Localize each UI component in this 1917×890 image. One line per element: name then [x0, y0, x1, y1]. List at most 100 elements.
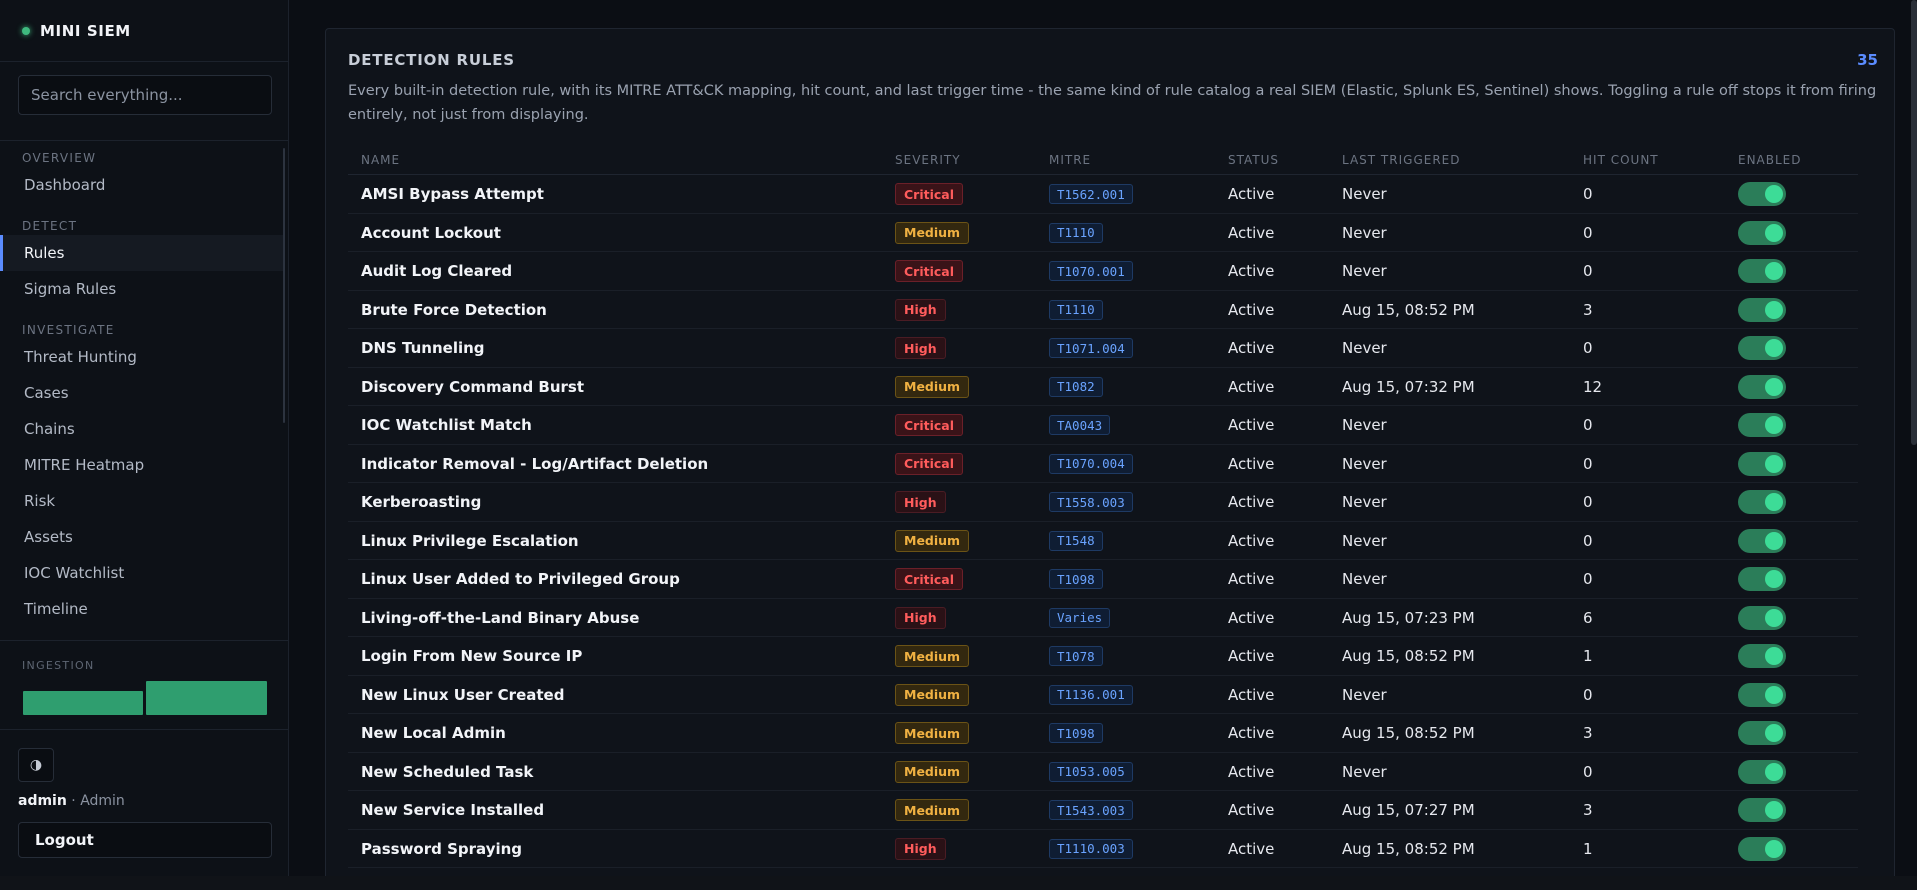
rule-name[interactable]: Login From New Source IP — [361, 647, 582, 665]
enabled-toggle[interactable] — [1738, 259, 1786, 284]
rule-name[interactable]: Account Lockout — [361, 224, 501, 242]
column-header-name[interactable]: NAME — [361, 153, 400, 167]
enabled-toggle[interactable] — [1738, 451, 1786, 476]
table-row[interactable]: Discovery Command Burst Medium T1082 Active… — [348, 368, 1858, 406]
sidebar-item-mitre-heatmap[interactable]: MITRE Heatmap — [0, 447, 283, 483]
table-row[interactable]: Kerberoasting High T1558.003 Active Never 0 — [348, 483, 1858, 522]
page-scrollbar[interactable] — [1911, 0, 1917, 445]
rule-name[interactable]: AMSI Bypass Attempt — [361, 185, 544, 203]
theme-toggle-button[interactable]: ◑ — [18, 748, 54, 782]
mitre-technique-tag[interactable]: Varies — [1049, 607, 1111, 628]
mitre-technique-tag[interactable]: T1543.003 — [1049, 800, 1133, 821]
enabled-toggle[interactable] — [1738, 413, 1786, 438]
rule-name[interactable]: Discovery Command Burst — [361, 378, 584, 396]
rule-name[interactable]: DNS Tunneling — [361, 339, 485, 357]
table-row[interactable]: New Service Installed Medium T1543.003 Acti… — [348, 791, 1858, 830]
table-row[interactable]: AMSI Bypass Attempt Critical T1562.001 Acti… — [348, 175, 1858, 214]
table-row[interactable]: DNS Tunneling High T1071.004 Active Never 0 — [348, 329, 1858, 368]
rule-name[interactable]: New Local Admin — [361, 724, 506, 742]
mitre-technique-tag[interactable]: T1562.001 — [1049, 184, 1133, 205]
mitre-technique-tag[interactable]: T1070.001 — [1049, 261, 1133, 282]
mitre-technique-tag[interactable]: T1110 — [1049, 299, 1103, 320]
mitre-technique-tag[interactable]: T1110 — [1049, 222, 1103, 243]
table-row[interactable]: Login From New Source IP Medium T1078 Activ… — [348, 637, 1858, 676]
rule-status-cell: Active — [1228, 599, 1274, 638]
sidebar-item-threat-hunting[interactable]: Threat Hunting — [0, 339, 283, 375]
enabled-toggle[interactable] — [1738, 721, 1786, 746]
sidebar-scrollbar[interactable] — [283, 148, 285, 423]
rule-name[interactable]: New Linux User Created — [361, 686, 564, 704]
enabled-toggle[interactable] — [1738, 528, 1786, 553]
rule-name[interactable]: New Service Installed — [361, 801, 544, 819]
mitre-technique-tag[interactable]: T1548 — [1049, 530, 1103, 551]
enabled-toggle[interactable] — [1738, 567, 1786, 592]
mitre-technique-tag[interactable]: T1098 — [1049, 723, 1103, 744]
sidebar-item-timeline[interactable]: Timeline — [0, 591, 283, 627]
rule-name[interactable]: IOC Watchlist Match — [361, 416, 532, 434]
enabled-toggle[interactable] — [1738, 490, 1786, 515]
mitre-technique-tag[interactable]: T1071.004 — [1049, 338, 1133, 359]
mitre-technique-tag[interactable]: T1053.005 — [1049, 761, 1133, 782]
column-header-hit-count[interactable]: HIT COUNT — [1583, 153, 1659, 167]
enabled-toggle[interactable] — [1738, 836, 1786, 861]
table-row[interactable]: Account Lockout Medium T1110 Active Never 0 — [348, 214, 1858, 252]
sidebar-item-rules[interactable]: Rules — [0, 235, 283, 271]
table-row[interactable]: Linux Privilege Escalation Medium T1548 Act… — [348, 522, 1858, 560]
rule-name[interactable]: Living-off-the-Land Binary Abuse — [361, 609, 639, 627]
enabled-toggle[interactable] — [1738, 182, 1786, 207]
hit-count: 3 — [1583, 801, 1593, 820]
enabled-toggle[interactable] — [1738, 682, 1786, 707]
table-row[interactable]: New Linux User Created Medium T1136.001 Act… — [348, 676, 1858, 714]
mitre-technique-tag[interactable]: T1070.004 — [1049, 453, 1133, 474]
sidebar-item-dashboard[interactable]: Dashboard — [0, 167, 283, 203]
enabled-toggle[interactable] — [1738, 644, 1786, 669]
sidebar-item-cases[interactable]: Cases — [0, 375, 283, 411]
rule-name[interactable]: Password Spraying — [361, 840, 522, 858]
column-header-severity[interactable]: SEVERITY — [895, 153, 961, 167]
table-row[interactable]: Indicator Removal - Log/Artifact Deletio… — [348, 445, 1858, 483]
table-row[interactable]: Linux User Added to Privileged Group Crit… — [348, 560, 1858, 599]
search-input[interactable]: Search everything... — [18, 75, 272, 115]
logout-button[interactable]: Logout — [18, 822, 272, 858]
table-row[interactable]: New Scheduled Task Medium T1053.005 Active N… — [348, 753, 1858, 791]
enabled-toggle[interactable] — [1738, 297, 1786, 322]
column-header-mitre[interactable]: MITRE — [1049, 153, 1091, 167]
column-header-enabled[interactable]: ENABLED — [1738, 153, 1802, 167]
rule-name[interactable]: Brute Force Detection — [361, 301, 547, 319]
enabled-toggle[interactable] — [1738, 220, 1786, 245]
mitre-technique-tag-cell: T1070.001 — [1049, 252, 1133, 291]
last-triggered: Never — [1342, 262, 1387, 281]
mitre-technique-tag[interactable]: T1098 — [1049, 569, 1103, 590]
sidebar-item-sigma-rules[interactable]: Sigma Rules — [0, 271, 283, 307]
table-row[interactable]: Audit Log Cleared Critical T1070.001 Active… — [348, 252, 1858, 291]
table-row[interactable]: Password Spraying High T1110.003 Active Aug … — [348, 830, 1858, 868]
rule-name[interactable]: Indicator Removal - Log/Artifact Deletio… — [361, 455, 708, 473]
mitre-technique-tag[interactable]: T1136.001 — [1049, 684, 1133, 705]
enabled-toggle[interactable] — [1738, 759, 1786, 784]
table-row[interactable]: IOC Watchlist Match Critical TA0043 Active N… — [348, 406, 1858, 445]
mitre-technique-tag[interactable]: T1558.003 — [1049, 492, 1133, 513]
sidebar-item-ioc-watchlist[interactable]: IOC Watchlist — [0, 555, 283, 591]
mitre-technique-tag[interactable]: T1078 — [1049, 646, 1103, 667]
table-row[interactable]: New Local Admin Medium T1098 Active Aug 15, … — [348, 714, 1858, 753]
column-header-last-triggered[interactable]: LAST TRIGGERED — [1342, 153, 1460, 167]
rule-name[interactable]: Linux User Added to Privileged Group — [361, 570, 680, 588]
column-header-status[interactable]: STATUS — [1228, 153, 1279, 167]
table-row[interactable]: Living-off-the-Land Binary Abuse High Vari… — [348, 599, 1858, 638]
toggle-knob — [1765, 839, 1783, 858]
mitre-technique-tag[interactable]: T1082 — [1049, 376, 1103, 397]
mitre-technique-tag[interactable]: TA0043 — [1049, 415, 1111, 436]
enabled-toggle[interactable] — [1738, 336, 1786, 361]
enabled-toggle[interactable] — [1738, 605, 1786, 630]
rule-name[interactable]: Kerberoasting — [361, 493, 481, 511]
sidebar-item-risk[interactable]: Risk — [0, 483, 283, 519]
sidebar-item-assets[interactable]: Assets — [0, 519, 283, 555]
mitre-technique-tag[interactable]: T1110.003 — [1049, 838, 1133, 859]
enabled-toggle[interactable] — [1738, 798, 1786, 823]
sidebar-item-chains[interactable]: Chains — [0, 411, 283, 447]
table-row[interactable]: Brute Force Detection High T1110 Active Aug … — [348, 291, 1858, 329]
rule-name[interactable]: Audit Log Cleared — [361, 262, 512, 280]
enabled-toggle[interactable] — [1738, 374, 1786, 399]
rule-name[interactable]: Linux Privilege Escalation — [361, 532, 579, 550]
rule-name[interactable]: New Scheduled Task — [361, 763, 533, 781]
